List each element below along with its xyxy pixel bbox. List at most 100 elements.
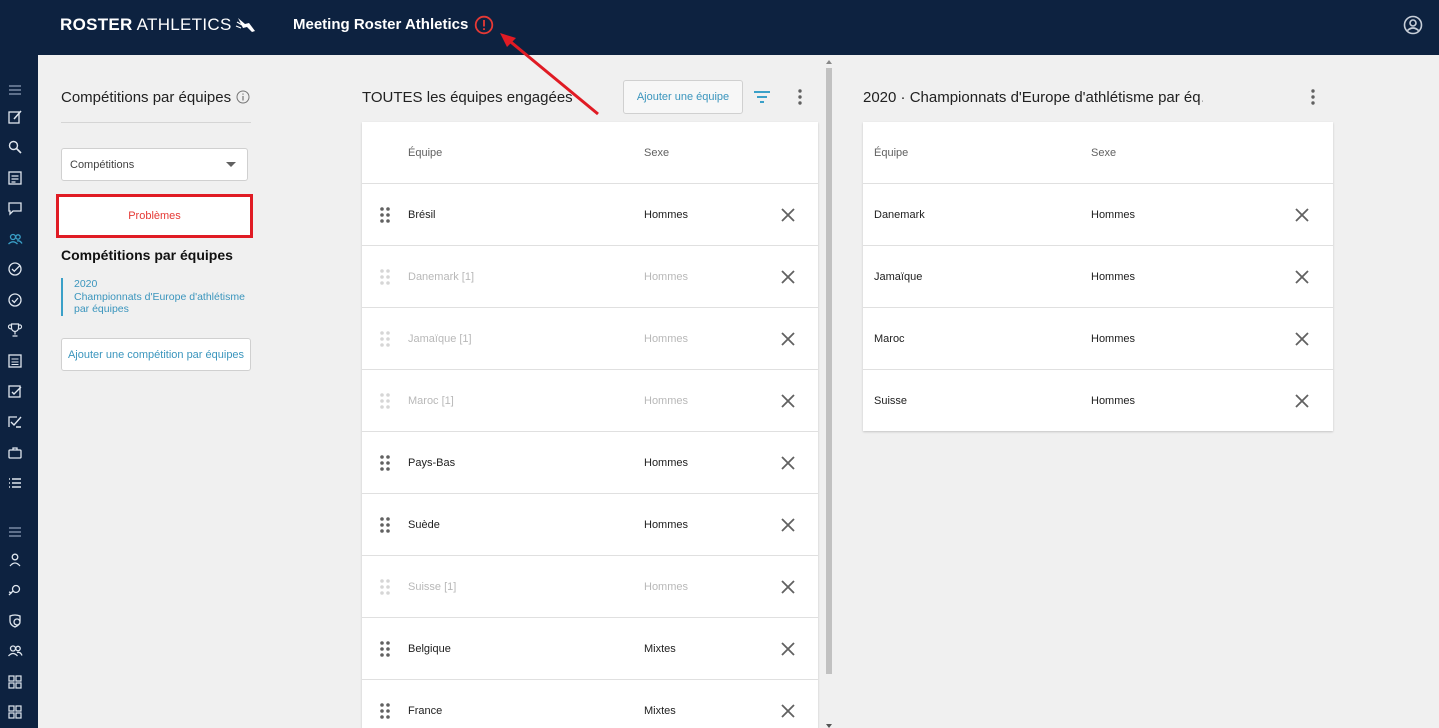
close-icon[interactable] (780, 517, 796, 533)
table-row[interactable]: Suisse [1] Hommes (362, 556, 818, 618)
close-icon[interactable] (780, 455, 796, 471)
column-header-team: Équipe (874, 147, 909, 159)
scrollbar[interactable] (824, 60, 834, 728)
trophy-icon[interactable] (7, 322, 23, 338)
add-team-button[interactable]: Ajouter une équipe (623, 80, 743, 114)
edit-icon[interactable] (7, 109, 23, 125)
close-icon[interactable] (1294, 207, 1310, 223)
add-team-competition-button[interactable]: Ajouter une compétition par équipes (61, 338, 251, 371)
shield-icon[interactable] (7, 613, 23, 629)
team-competitions-subtitle: Compétitions par équipes (61, 247, 233, 263)
team-name: Jamaïque (874, 271, 923, 283)
person-icon[interactable] (7, 552, 23, 568)
team-sex: Hommes (644, 395, 689, 407)
document-icon[interactable] (7, 353, 23, 369)
menu-icon[interactable] (7, 82, 23, 98)
drag-handle-icon[interactable] (380, 641, 390, 657)
grid-icon[interactable] (7, 674, 23, 690)
more-vert-icon[interactable] (791, 88, 809, 106)
logo-light-text: ATHLETICS (136, 15, 232, 34)
problems-button[interactable]: Problèmes (56, 194, 253, 238)
more-vert-icon[interactable] (1304, 88, 1322, 106)
grid-alt-icon[interactable] (7, 704, 23, 720)
account-circle-icon[interactable] (1403, 15, 1423, 35)
drag-handle-icon[interactable] (380, 207, 390, 223)
scroll-up-arrow[interactable] (826, 60, 832, 64)
close-icon[interactable] (1294, 269, 1310, 285)
team-sex: Hommes (644, 333, 689, 345)
check-circle-icon[interactable] (7, 261, 23, 277)
team-icon[interactable] (7, 231, 23, 247)
table-row[interactable]: Jamaïque Hommes (863, 246, 1333, 308)
team-sex: Hommes (644, 581, 689, 593)
column-header-sex: Sexe (644, 147, 670, 159)
table-row[interactable]: Jamaïque [1] Hommes (362, 308, 818, 370)
close-icon[interactable] (1294, 331, 1310, 347)
top-bar: ROSTER ATHLETICS Meeting Roster Athletic… (0, 0, 1439, 55)
team-sex: Hommes (1091, 209, 1136, 221)
table-row[interactable]: Danemark [1] Hommes (362, 246, 818, 308)
team-sex: Hommes (1091, 333, 1136, 345)
team-name: France (408, 705, 443, 717)
filter-icon[interactable] (753, 89, 771, 105)
search-icon[interactable] (7, 139, 23, 155)
competition-teams-table: Équipe Sexe Danemark Hommes Jamaïque Hommes… (863, 122, 1333, 431)
list-icon[interactable] (7, 170, 23, 186)
competition-year: 2020 (74, 278, 98, 290)
close-icon[interactable] (780, 641, 796, 657)
scroll-down-arrow[interactable] (826, 724, 832, 728)
chevron-down-icon (226, 162, 236, 167)
table-row[interactable]: France Mixtes (362, 680, 818, 728)
drag-handle-icon[interactable] (380, 703, 390, 719)
table-row[interactable]: Brésil Hommes (362, 184, 818, 246)
team-sex: Mixtes (644, 643, 676, 655)
checkbox-icon[interactable] (7, 384, 23, 400)
chat-icon[interactable] (7, 200, 23, 216)
checklist-icon[interactable] (7, 414, 23, 430)
team-name: Belgique (408, 643, 451, 655)
group-icon[interactable] (7, 643, 23, 659)
menu-icon[interactable] (7, 524, 23, 540)
info-icon[interactable] (236, 90, 250, 104)
close-icon[interactable] (780, 703, 796, 719)
list-bullets-icon[interactable] (7, 475, 23, 491)
team-sex: Hommes (644, 457, 689, 469)
competitions-select-value: Compétitions (70, 159, 135, 171)
team-name: Jamaïque [1] (408, 333, 472, 345)
team-sex: Hommes (644, 519, 689, 531)
drag-handle-icon[interactable] (380, 517, 390, 533)
divider (61, 122, 251, 123)
app-logo[interactable]: ROSTER ATHLETICS (60, 15, 257, 35)
scroll-thumb[interactable] (826, 68, 832, 674)
close-icon[interactable] (1294, 393, 1310, 409)
briefcase-icon[interactable] (7, 445, 23, 461)
drag-handle-icon[interactable] (380, 393, 390, 409)
competitions-select[interactable]: Compétitions (61, 148, 248, 181)
whistle-icon[interactable] (7, 582, 23, 598)
close-icon[interactable] (780, 269, 796, 285)
close-icon[interactable] (780, 207, 796, 223)
competition-link[interactable]: 2020 Championnats d'Europe d'athlétisme … (61, 278, 251, 316)
table-row[interactable]: Suède Hommes (362, 494, 818, 556)
team-name: Maroc [1] (408, 395, 454, 407)
close-icon[interactable] (780, 331, 796, 347)
table-row[interactable]: Belgique Mixtes (362, 618, 818, 680)
table-row[interactable]: Suisse Hommes (863, 370, 1333, 431)
table-row[interactable]: Maroc [1] Hommes (362, 370, 818, 432)
drag-handle-icon[interactable] (380, 269, 390, 285)
table-row[interactable]: Maroc Hommes (863, 308, 1333, 370)
table-row[interactable]: Pays-Bas Hommes (362, 432, 818, 494)
close-icon[interactable] (780, 579, 796, 595)
drag-handle-icon[interactable] (380, 331, 390, 347)
drag-handle-icon[interactable] (380, 579, 390, 595)
close-icon[interactable] (780, 393, 796, 409)
drag-handle-icon[interactable] (380, 455, 390, 471)
team-name: Suède (408, 519, 440, 531)
table-row[interactable]: Danemark Hommes (863, 184, 1333, 246)
meeting-title: Meeting Roster Athletics (293, 16, 469, 33)
logo-shoe-icon (235, 18, 255, 32)
team-sex: Hommes (644, 209, 689, 221)
all-teams-title: TOUTES les équipes engagées (362, 89, 573, 106)
check-circle-outline-icon[interactable] (7, 292, 23, 308)
alert-circle-icon[interactable] (474, 15, 494, 35)
